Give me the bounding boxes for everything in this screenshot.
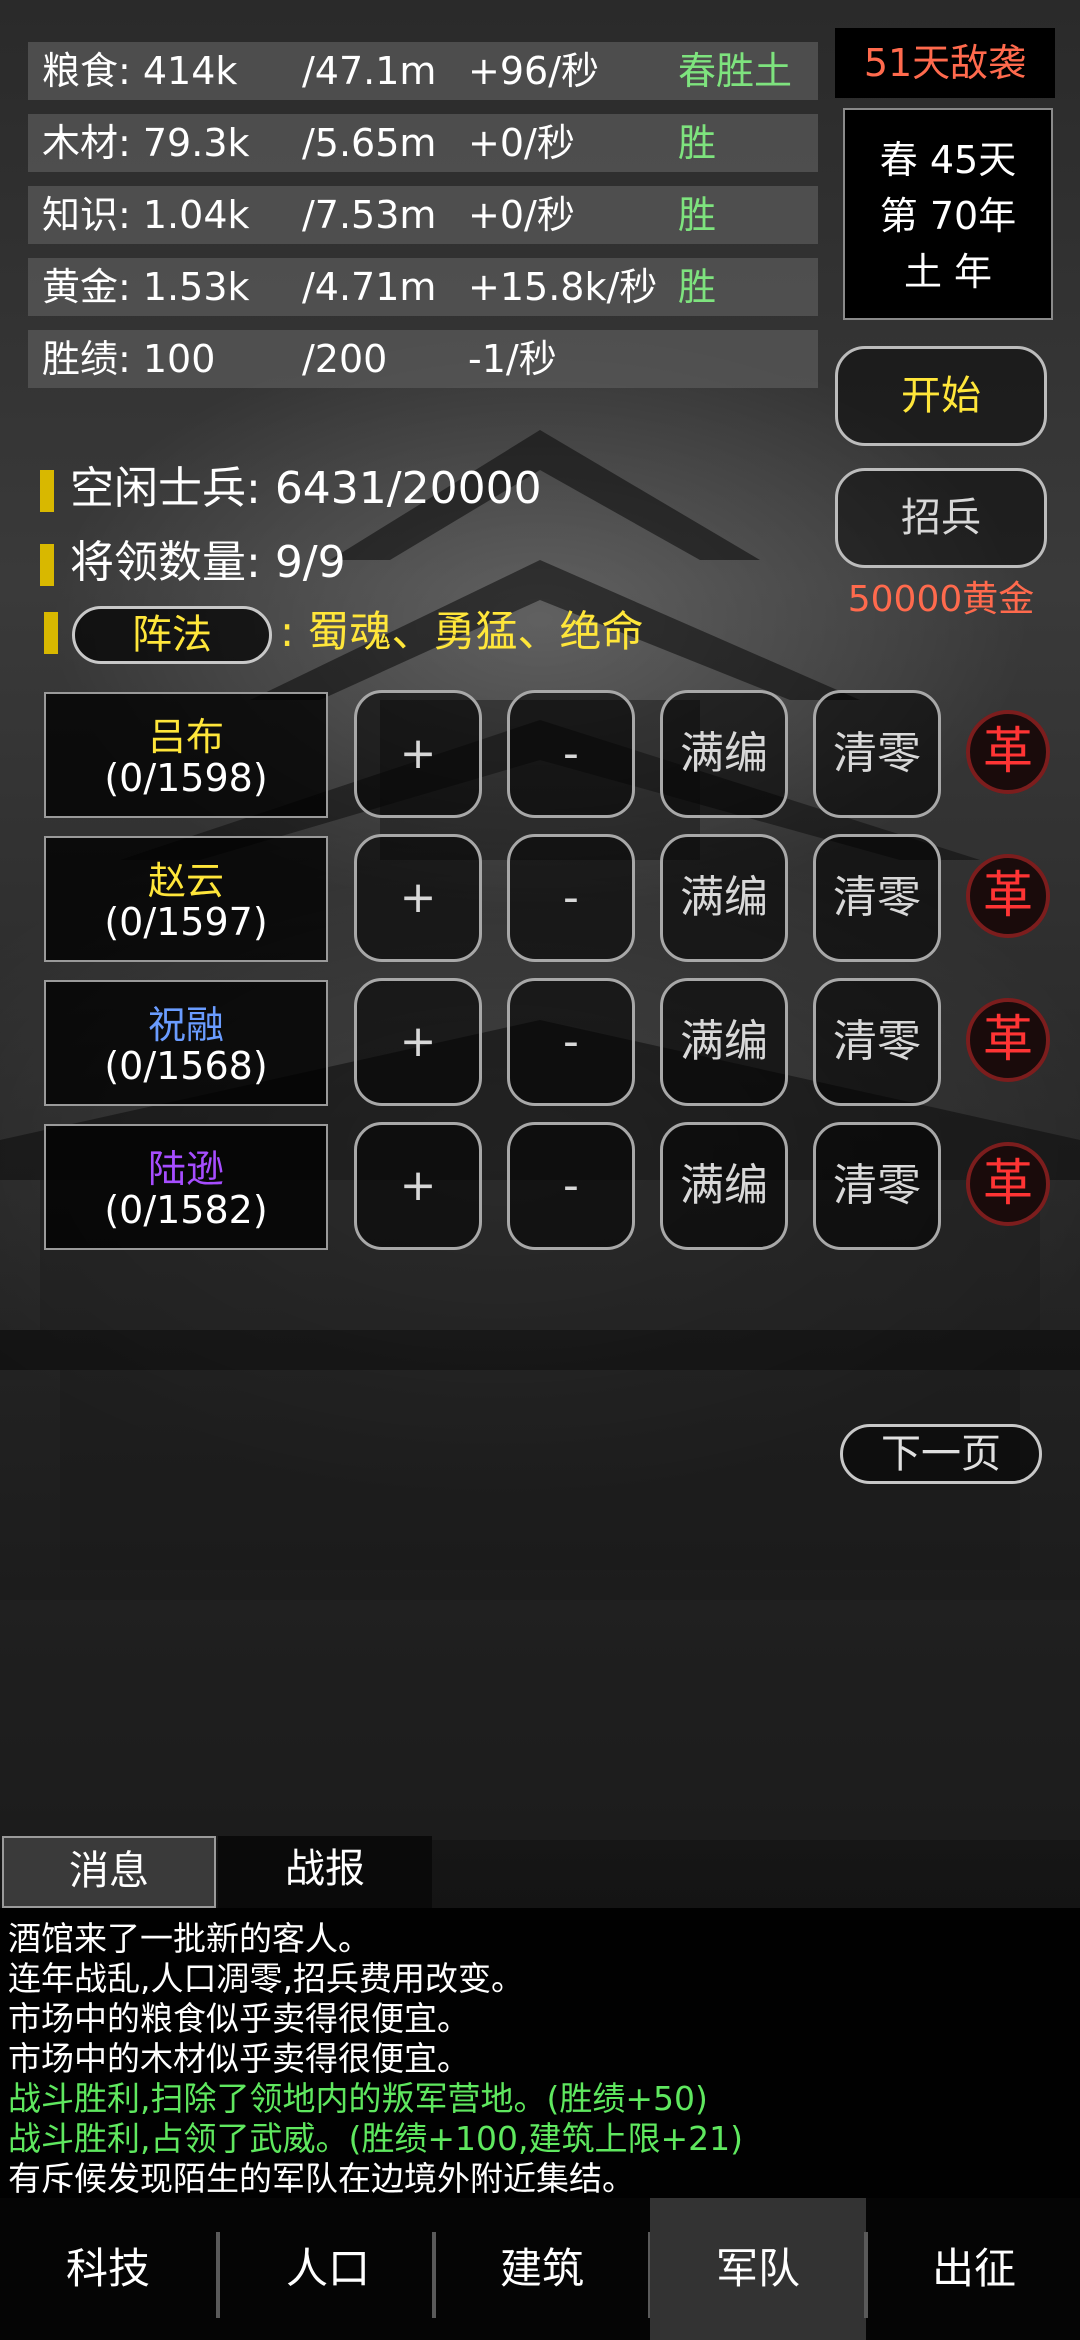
resource-tag: 胜: [678, 265, 717, 309]
general-name: 祝融: [147, 1003, 224, 1047]
fill-troops-button[interactable]: 满编: [660, 690, 788, 818]
general-troop-count: (0/1597): [104, 900, 268, 944]
add-troops-button[interactable]: +: [354, 1122, 482, 1250]
bottom-navigation: 科技 人口 建筑 军队 出征: [0, 2198, 1080, 2340]
message-log: 酒馆来了一批新的客人。 连年战乱,人口凋零,招兵费用改变。 市场中的粮食似乎卖得…: [0, 1908, 1080, 2198]
resource-rate: +0/秒: [468, 121, 575, 165]
resource-limit: /4.71m: [302, 265, 437, 309]
resource-rate: +15.8k/秒: [468, 265, 658, 309]
resource-row-victory: 胜绩: 100 /200 -1/秒: [28, 330, 818, 388]
resource-rate: +0/秒: [468, 193, 575, 237]
resource-limit: /5.65m: [302, 121, 437, 165]
resource-row-knowledge: 知识: 1.04k /7.53m +0/秒 胜: [28, 186, 818, 244]
resource-tag: 春胜土: [678, 49, 793, 93]
resource-row-wood: 木材: 79.3k /5.65m +0/秒 胜: [28, 114, 818, 172]
year-label: 第 70年: [879, 194, 1017, 238]
clear-troops-button[interactable]: 清零: [813, 978, 941, 1106]
dismiss-general-button[interactable]: 革: [966, 710, 1050, 794]
general-card[interactable]: 陆逊 (0/1582): [44, 1124, 328, 1250]
formation-button[interactable]: 阵法: [72, 606, 272, 664]
general-troop-count: (0/1598): [104, 756, 268, 800]
resource-row-gold: 黄金: 1.53k /4.71m +15.8k/秒 胜: [28, 258, 818, 316]
idle-soldiers: 空闲士兵: 6431/20000: [40, 452, 542, 516]
remove-troops-button[interactable]: -: [507, 834, 635, 962]
resource-row-grain: 粮食: 414k /47.1m +96/秒 春胜土: [28, 42, 818, 100]
dismiss-general-button[interactable]: 革: [966, 854, 1050, 938]
clear-troops-button[interactable]: 清零: [813, 690, 941, 818]
formation-value: : 蜀魂、勇猛、绝命: [280, 607, 644, 656]
start-button[interactable]: 开始: [835, 346, 1047, 446]
nav-population[interactable]: 人口: [220, 2198, 436, 2340]
fill-troops-button[interactable]: 满编: [660, 834, 788, 962]
marker-bar: [44, 612, 58, 654]
general-card[interactable]: 吕布 (0/1598): [44, 692, 328, 818]
fill-troops-button[interactable]: 满编: [660, 978, 788, 1106]
general-name: 陆逊: [147, 1147, 224, 1191]
resource-name: 黄金: 1.53k: [42, 265, 250, 309]
recruit-cost: 50000黄金: [847, 579, 1035, 620]
resource-tag: 胜: [678, 193, 717, 237]
resource-rate: -1/秒: [468, 337, 557, 381]
nav-expedition[interactable]: 出征: [866, 2198, 1080, 2340]
nav-army[interactable]: 军队: [650, 2198, 866, 2340]
clear-troops-button[interactable]: 清零: [813, 1122, 941, 1250]
general-card[interactable]: 祝融 (0/1568): [44, 980, 328, 1106]
next-page-button[interactable]: 下一页: [840, 1424, 1042, 1484]
season-day: 春 45天: [879, 138, 1017, 182]
general-card[interactable]: 赵云 (0/1597): [44, 836, 328, 962]
clear-troops-button[interactable]: 清零: [813, 834, 941, 962]
general-name: 吕布: [147, 715, 224, 759]
tab-battle-reports[interactable]: 战报: [218, 1836, 432, 1908]
general-troop-count: (0/1568): [104, 1044, 268, 1088]
add-troops-button[interactable]: +: [354, 690, 482, 818]
tab-messages[interactable]: 消息: [2, 1836, 216, 1908]
resource-name: 粮食: 414k: [42, 49, 238, 93]
resource-rate: +96/秒: [468, 49, 599, 93]
fill-troops-button[interactable]: 满编: [660, 1122, 788, 1250]
idle-soldiers-value: 6431/20000: [274, 463, 542, 514]
general-count-value: 9/9: [274, 537, 346, 588]
general-name: 赵云: [147, 859, 224, 903]
remove-troops-button[interactable]: -: [507, 1122, 635, 1250]
resource-name: 胜绩: 100: [42, 337, 216, 381]
element-year: 土 年: [903, 250, 993, 294]
add-troops-button[interactable]: +: [354, 978, 482, 1106]
recruit-button[interactable]: 招兵: [835, 468, 1047, 568]
resource-limit: /200: [302, 337, 388, 381]
enemy-raid-countdown: 51天敌袭: [835, 28, 1055, 98]
resource-name: 木材: 79.3k: [42, 121, 250, 165]
remove-troops-button[interactable]: -: [507, 690, 635, 818]
dismiss-general-button[interactable]: 革: [966, 1142, 1050, 1226]
marker-bar: [40, 470, 54, 512]
marker-bar: [40, 544, 54, 586]
nav-tech[interactable]: 科技: [0, 2198, 216, 2340]
add-troops-button[interactable]: +: [354, 834, 482, 962]
resource-tag: 胜: [678, 121, 717, 165]
general-count-label: 将领数量:: [70, 537, 275, 588]
idle-soldiers-label: 空闲士兵:: [70, 463, 275, 514]
remove-troops-button[interactable]: -: [507, 978, 635, 1106]
message-line: 有斥候发现陌生的军队在边境外附近集结。: [8, 2159, 635, 2198]
resource-limit: /7.53m: [302, 193, 437, 237]
resource-limit: /47.1m: [302, 49, 437, 93]
general-count: 将领数量: 9/9: [40, 526, 346, 590]
resource-name: 知识: 1.04k: [42, 193, 250, 237]
date-panel: 春 45天 第 70年 土 年: [843, 108, 1053, 320]
general-troop-count: (0/1582): [104, 1188, 268, 1232]
nav-buildings[interactable]: 建筑: [434, 2198, 650, 2340]
dismiss-general-button[interactable]: 革: [966, 998, 1050, 1082]
